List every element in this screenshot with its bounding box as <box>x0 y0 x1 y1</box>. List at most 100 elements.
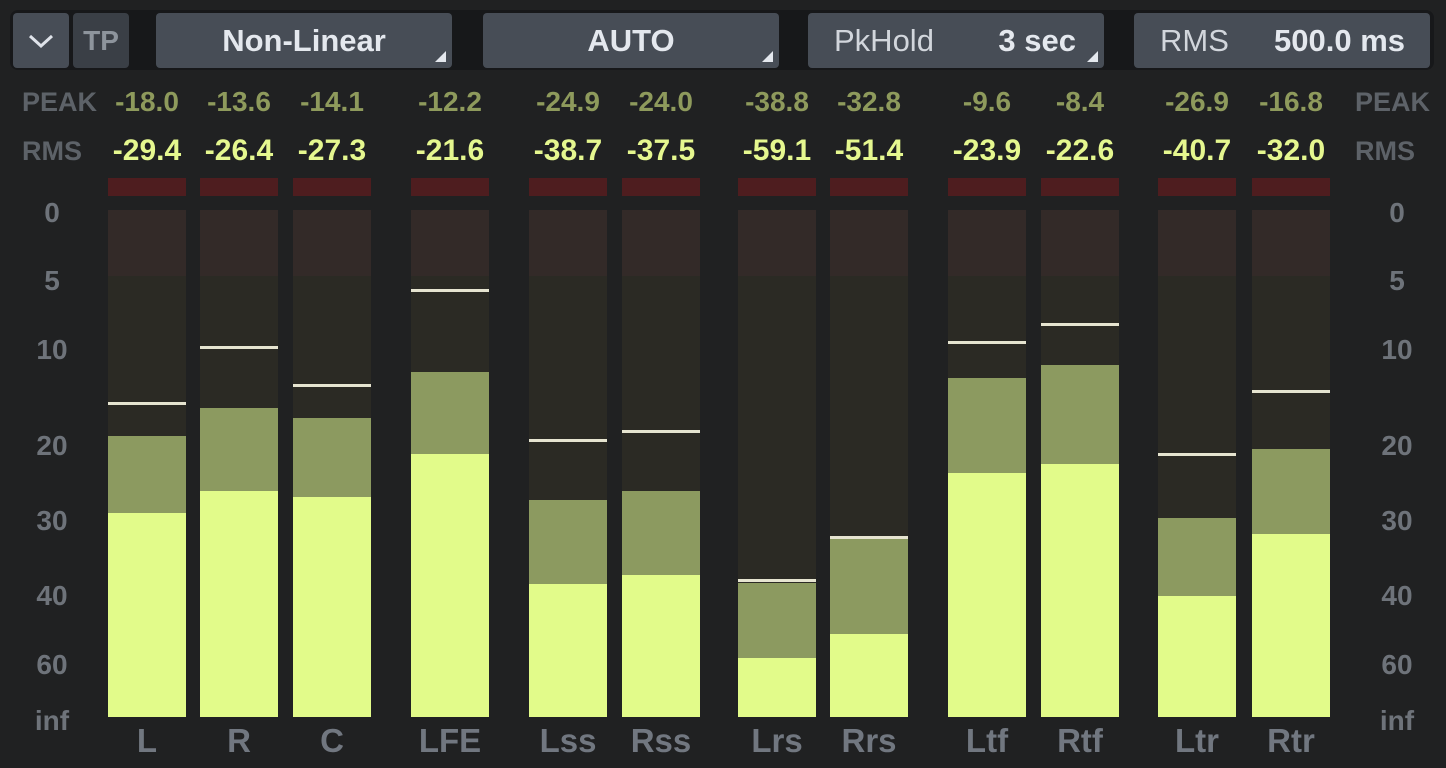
rms-value-c: -27.3 <box>297 134 367 167</box>
scale-tick-right: 30 <box>1381 505 1413 536</box>
dropdown-corner-icon <box>1087 51 1098 62</box>
true-peak-label: TP <box>83 24 119 56</box>
peak-value-rtr: -16.8 <box>1259 86 1323 117</box>
meter-track-ltr <box>1158 210 1236 717</box>
rms-value-rtf: -22.6 <box>1045 134 1115 167</box>
scale-tick-right: inf <box>1379 705 1415 736</box>
channel-label-ltf: Ltf <box>965 722 1009 759</box>
rms-window-control[interactable]: RMS 500.0 ms <box>1134 13 1430 68</box>
clip-indicator-c[interactable] <box>293 178 371 196</box>
scale-tick-left: 10 <box>36 334 68 365</box>
rms-fill-ltf <box>948 472 1026 717</box>
headroom-zone <box>830 210 908 276</box>
peak-value-ltf: -9.6 <box>962 86 1012 117</box>
clip-indicator-rtr[interactable] <box>1252 178 1330 196</box>
peak-hold-marker-rtf <box>1041 323 1119 327</box>
rms-fill-rss <box>622 575 700 717</box>
chevron-down-icon <box>28 34 54 48</box>
clip-indicator-l[interactable] <box>108 178 186 196</box>
rms-value-lrs: -59.1 <box>742 134 812 167</box>
clip-indicator-lfe[interactable] <box>411 178 489 196</box>
peak-row-label-left: PEAK <box>22 87 98 117</box>
rms-row-label-left: RMS <box>22 136 82 166</box>
true-peak-toggle[interactable]: TP <box>73 13 129 68</box>
channel-label-lrs: Lrs <box>751 722 803 759</box>
meter-track-rrs <box>830 210 908 717</box>
peak-value-ltr: -26.9 <box>1165 86 1229 117</box>
meter-track-rtf <box>1041 210 1119 717</box>
meter-track-lss <box>529 210 607 717</box>
channel-label-r: R <box>227 722 251 759</box>
rms-fill-l <box>108 512 186 717</box>
peak-value-lrs: -38.8 <box>745 86 809 117</box>
range-mode-value: AUTO <box>587 22 675 58</box>
scale-tick-right: 10 <box>1381 334 1413 365</box>
peak-value-c: -14.1 <box>300 86 364 117</box>
collapse-button[interactable] <box>13 13 69 68</box>
headroom-zone <box>622 210 700 276</box>
scale-tick-left: 60 <box>36 649 68 680</box>
peak-hold-label: PkHold <box>834 22 934 58</box>
clip-indicator-rrs[interactable] <box>830 178 908 196</box>
clip-indicator-lrs[interactable] <box>738 178 816 196</box>
peak-value-rrs: -32.8 <box>837 86 901 117</box>
rms-row-label-right: RMS <box>1355 136 1415 166</box>
dropdown-corner-icon <box>435 51 446 62</box>
range-mode-dropdown[interactable]: AUTO <box>483 13 779 68</box>
meter-track-c <box>293 210 371 717</box>
peak-hold-marker-lss <box>529 438 607 442</box>
scale-tick-left: 30 <box>36 505 68 536</box>
peak-hold-marker-rtr <box>1252 389 1330 393</box>
toolbar: TP Non-Linear AUTO PkHold 3 sec RMS 500.… <box>10 10 1434 70</box>
clip-indicator-rss[interactable] <box>622 178 700 196</box>
clip-indicator-r[interactable] <box>200 178 278 196</box>
headroom-zone <box>529 210 607 276</box>
scale-tick-right: 60 <box>1381 649 1413 680</box>
clip-indicator-lss[interactable] <box>529 178 607 196</box>
rms-value-ltr: -40.7 <box>1162 134 1232 167</box>
peak-hold-marker-ltr <box>1158 453 1236 457</box>
channel-label-c: C <box>320 722 344 759</box>
channel-label-lfe: LFE <box>418 722 482 759</box>
scale-tick-right: 5 <box>1389 265 1405 296</box>
rms-fill-lfe <box>411 454 489 717</box>
peak-hold-marker-rrs <box>830 536 908 539</box>
rms-fill-rrs <box>830 633 908 717</box>
headroom-zone <box>293 210 371 276</box>
peak-hold-marker-c <box>293 383 371 387</box>
headroom-zone <box>1158 210 1236 276</box>
peak-hold-marker-rss <box>622 429 700 433</box>
rms-value-rrs: -51.4 <box>834 134 904 167</box>
peak-value-rtf: -8.4 <box>1055 86 1105 117</box>
peak-hold-marker-lrs <box>738 579 816 583</box>
rms-fill-r <box>200 490 278 717</box>
clip-indicator-rtf[interactable] <box>1041 178 1119 196</box>
scale-tick-left: inf <box>34 705 70 736</box>
peak-value-lfe: -12.2 <box>418 86 482 117</box>
rms-value-rtr: -32.0 <box>1256 134 1326 167</box>
scale-tick-left: 5 <box>44 265 60 296</box>
peak-hold-dropdown[interactable]: PkHold 3 sec <box>808 13 1104 68</box>
meter-track-rtr <box>1252 210 1330 717</box>
meter-track-lfe <box>411 210 489 717</box>
scale-mode-value: Non-Linear <box>222 22 386 58</box>
scale-tick-left: 40 <box>36 580 68 611</box>
dropdown-corner-icon <box>762 51 773 62</box>
scale-tick-left: 0 <box>44 197 60 228</box>
clip-indicator-ltr[interactable] <box>1158 178 1236 196</box>
peak-value-rss: -24.0 <box>629 86 693 117</box>
rms-fill-ltr <box>1158 596 1236 717</box>
headroom-zone <box>948 210 1026 276</box>
peak-hold-marker-r <box>200 345 278 349</box>
meter-track-ltf <box>948 210 1026 717</box>
channel-label-lss: Lss <box>539 722 597 759</box>
scale-tick-left: 20 <box>36 430 68 461</box>
rms-value-l: -29.4 <box>112 134 182 167</box>
rms-fill-rtf <box>1041 463 1119 717</box>
channel-label-rss: Rss <box>630 722 692 759</box>
scale-mode-dropdown[interactable]: Non-Linear <box>156 13 452 68</box>
peak-row-label-right: PEAK <box>1355 87 1431 117</box>
meter-track-lrs <box>738 210 816 717</box>
clip-indicator-ltf[interactable] <box>948 178 1026 196</box>
channel-label-rrs: Rrs <box>841 722 897 759</box>
